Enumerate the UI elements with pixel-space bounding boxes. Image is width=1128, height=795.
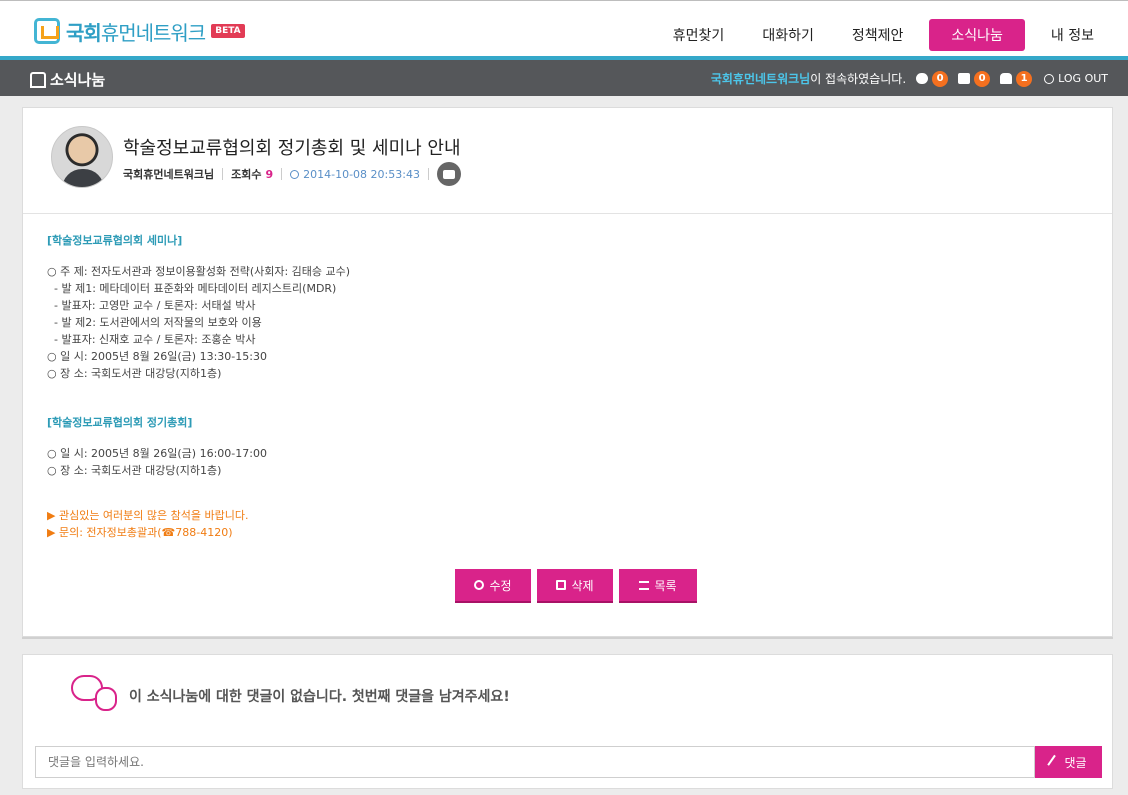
- post-title: 학술정보교류협의회 정기총회 및 세미나 안내: [123, 138, 461, 159]
- friends-badge: 1: [1016, 70, 1033, 87]
- users-icon: [1000, 73, 1013, 84]
- contact-note: ▶ 문의: 전자정보총괄과(☎788-4120): [47, 526, 233, 539]
- notices-badge: 0: [974, 70, 991, 87]
- comment-section: 이 소식나눔에 대한 댓글이 없습니다. 첫번째 댓글을 남겨주세요! 댓글: [22, 654, 1113, 789]
- messages-counter[interactable]: 0: [916, 70, 949, 87]
- post-meta: 국회휴먼네트워크님 조회수 9 2014-10-08 20:53:43: [123, 162, 461, 186]
- friends-counter[interactable]: 1: [1000, 70, 1033, 87]
- user-status: 국회휴먼네트워크님 이 접속하였습니다. 0 0 1 LOG OUT: [711, 70, 1108, 87]
- post-body: [학술정보교류협의회 세미나] ○ 주 제: 전자도서관과 정보이용활성화 전략…: [23, 214, 1112, 541]
- clock-icon: [290, 169, 300, 179]
- body-line: - 발표자: 고영만 교수 / 토론자: 서태설 박사: [47, 299, 256, 312]
- user-name[interactable]: 국회휴먼네트워크님: [711, 70, 810, 87]
- section-title-label: 소식나눔: [50, 71, 106, 89]
- post-actions: 수정 삭제 목록: [455, 569, 703, 603]
- delete-button[interactable]: 삭제: [537, 569, 613, 603]
- section-title: 소식나눔: [30, 69, 105, 90]
- sub-header-bar: 소식나눔 국회휴먼네트워크님 이 접속하였습니다. 0 0 1 LOG OUT: [0, 60, 1128, 96]
- pencil-icon: [1047, 754, 1062, 770]
- body-line: ○ 일 시: 2005년 8월 26일(금) 13:30-15:30: [47, 350, 267, 363]
- meta-divider: [222, 168, 224, 180]
- printer-icon: [442, 169, 455, 179]
- notices-counter[interactable]: 0: [958, 70, 991, 87]
- main-nav: 휴먼찾기 대화하기 정책제안 소식나눔 내 정보: [647, 19, 1106, 51]
- post-author[interactable]: 국회휴먼네트워크님: [123, 166, 214, 182]
- nav-item-news-sharing[interactable]: 소식나눔: [929, 19, 1025, 51]
- post-header: 학술정보교류협의회 정기총회 및 세미나 안내 국회휴먼네트워크님 조회수 9 …: [23, 108, 1112, 214]
- nav-item-my-info[interactable]: 내 정보: [1039, 19, 1106, 51]
- messages-badge: 0: [932, 70, 949, 87]
- general-meeting-heading: [학술정보교류협의회 정기총회]: [47, 416, 193, 429]
- power-icon: [1044, 73, 1055, 84]
- attendance-note: ▶ 관심있는 여러분의 많은 참석을 바랍니다.: [47, 509, 249, 522]
- body-line: ○ 장 소: 국회도서관 대강당(지하1층): [47, 367, 222, 380]
- site-logo[interactable]: 국회휴먼네트워크 BETA: [34, 16, 245, 46]
- logo-icon: [34, 18, 60, 44]
- nav-item-conversation[interactable]: 대화하기: [750, 19, 826, 51]
- post-card: 학술정보교류협의회 정기총회 및 세미나 안내 국회휴먼네트워크님 조회수 9 …: [22, 107, 1113, 637]
- top-header: 국회휴먼네트워크 BETA 휴먼찾기 대화하기 정책제안 소식나눔 내 정보: [0, 0, 1128, 60]
- body-line: ○ 장 소: 국회도서관 대강당(지하1층): [47, 464, 222, 477]
- list-button[interactable]: 목록: [619, 569, 697, 603]
- logo-text: 국회휴먼네트워크: [66, 20, 206, 45]
- seminar-heading: [학술정보교류협의회 세미나]: [47, 234, 183, 247]
- edit-button[interactable]: 수정: [455, 569, 531, 603]
- connected-text: 이 접속하였습니다.: [810, 72, 907, 86]
- comment-bubbles-icon: [71, 675, 117, 711]
- trash-icon: [556, 580, 567, 590]
- comment-input[interactable]: [35, 746, 1035, 778]
- nav-item-policy-proposal[interactable]: 정책제안: [840, 19, 916, 51]
- news-icon: [30, 71, 46, 88]
- body-line: ○ 주 제: 전자도서관과 정보이용활성화 전략(사회자: 김태승 교수): [47, 265, 351, 278]
- meta-divider: [281, 168, 283, 180]
- nav-item-human-search[interactable]: 휴먼찾기: [661, 19, 737, 51]
- body-line: - 발 제2: 도서관에서의 저작물의 보호와 이용: [47, 316, 262, 329]
- logout-button[interactable]: LOG OUT: [1044, 72, 1108, 85]
- views-count: 9: [265, 167, 274, 181]
- logout-label: LOG OUT: [1058, 72, 1108, 85]
- comment-submit-button[interactable]: 댓글: [1035, 746, 1102, 778]
- views-label: 조회수: [231, 168, 262, 181]
- no-comment-message: 이 소식나눔에 대한 댓글이 없습니다. 첫번째 댓글을 남겨주세요!: [129, 689, 510, 705]
- refresh-icon: [474, 580, 485, 590]
- body-line: - 발표자: 신재호 교수 / 토론자: 조홍순 박사: [47, 333, 256, 346]
- body-line: - 발 제1: 메타데이터 표준화와 메타데이터 레지스트리(MDR): [47, 282, 337, 295]
- meta-divider: [427, 168, 429, 180]
- body-line: ○ 일 시: 2005년 8월 26일(금) 16:00-17:00: [47, 447, 267, 460]
- speech-bubble-icon: [916, 73, 929, 84]
- list-icon: [639, 580, 650, 590]
- print-button[interactable]: [436, 162, 461, 186]
- bell-icon: [958, 73, 971, 84]
- beta-badge: BETA: [211, 24, 245, 38]
- author-avatar: [51, 126, 113, 188]
- post-date: 2014-10-08 20:53:43: [303, 167, 420, 181]
